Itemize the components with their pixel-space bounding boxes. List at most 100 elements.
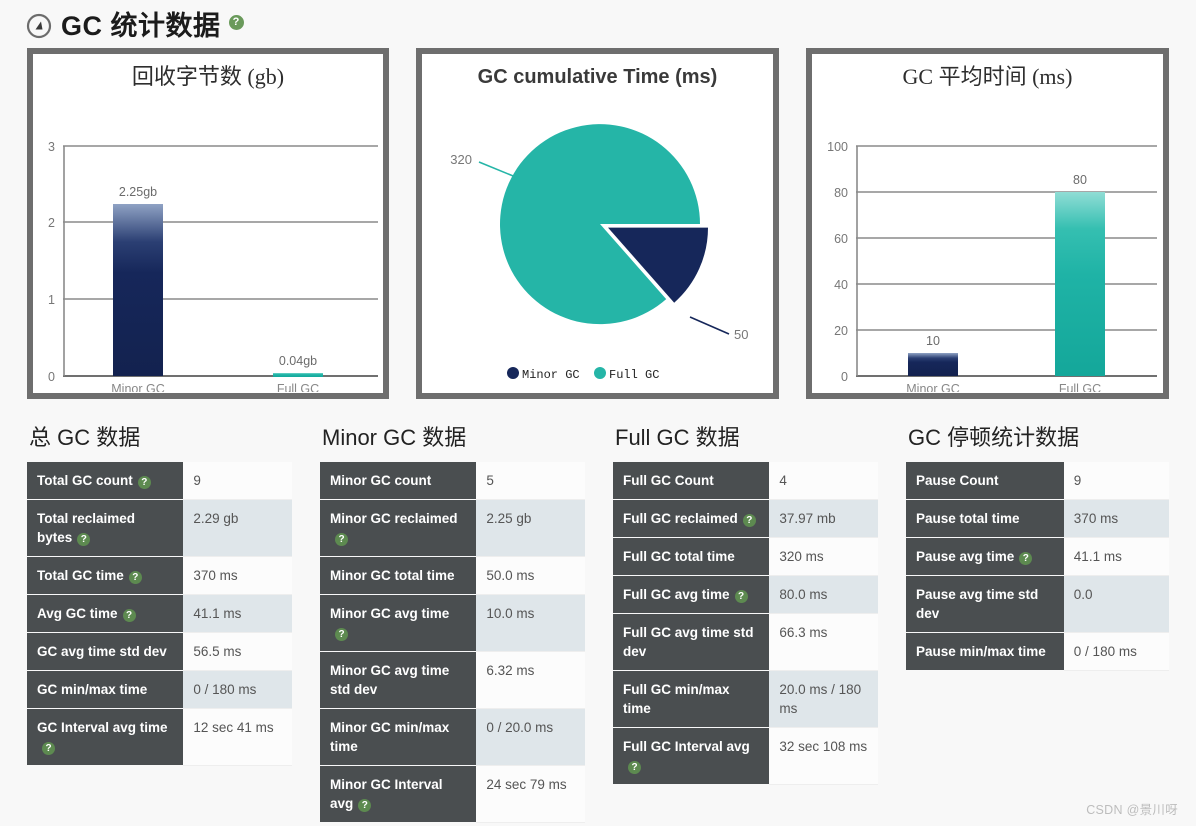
- help-icon[interactable]: ?: [128, 570, 142, 584]
- table-row: Full GC total time 320 ms: [613, 537, 878, 576]
- svg-text:0: 0: [48, 370, 55, 384]
- table-row: Avg GC time? 41.1 ms: [27, 594, 292, 633]
- svg-text:Full GC: Full GC: [609, 368, 659, 382]
- row-label: Pause avg time?: [906, 537, 1064, 576]
- svg-text:2: 2: [48, 216, 55, 230]
- row-label: Pause min/max time: [906, 632, 1064, 671]
- table-row: Full GC Count 4: [613, 462, 878, 500]
- row-label: Minor GC total time: [320, 556, 477, 595]
- svg-text:80: 80: [834, 186, 848, 200]
- svg-text:20: 20: [834, 324, 848, 338]
- row-value: 50.0 ms: [476, 556, 585, 595]
- row-value: 0 / 20.0 ms: [476, 708, 585, 766]
- svg-text:50: 50: [734, 327, 748, 342]
- row-label-text: Minor GC avg time: [330, 606, 450, 621]
- row-label-text: Full GC avg time std dev: [623, 625, 754, 659]
- table-row: Pause avg time? 41.1 ms: [906, 537, 1169, 576]
- row-value: 9: [183, 462, 292, 500]
- svg-text:Minor GC: Minor GC: [906, 382, 959, 392]
- svg-text:1: 1: [48, 293, 55, 307]
- svg-text:100: 100: [827, 140, 848, 154]
- row-value: 12 sec 41 ms: [183, 708, 292, 766]
- row-value: 0.0: [1063, 575, 1169, 633]
- tables-row: 总 GC 数据 Total GC count? 9 Total reclaimed …: [0, 399, 1196, 823]
- row-value: 0 / 180 ms: [183, 670, 292, 709]
- row-label-text: Minor GC count: [330, 473, 432, 488]
- row-label: Full GC min/max time: [613, 670, 770, 728]
- table-row: Full GC avg time std dev 66.3 ms: [613, 613, 878, 671]
- help-icon[interactable]: ?: [1019, 551, 1033, 565]
- help-icon[interactable]: ?: [358, 798, 372, 812]
- row-value: 2.29 gb: [183, 499, 292, 557]
- row-label: Full GC Count: [613, 462, 770, 500]
- help-icon[interactable]: ?: [122, 608, 136, 622]
- row-label-text: Minor GC avg time std dev: [330, 663, 450, 697]
- row-label-text: Pause min/max time: [916, 644, 1046, 659]
- help-icon[interactable]: ?: [734, 589, 748, 603]
- table-row: Full GC Interval avg? 32 sec 108 ms: [613, 727, 878, 785]
- row-value: 24 sec 79 ms: [476, 765, 585, 823]
- charts-row: 回收字节数 (gb) 3 2 1 0 2.25gb 0.04gb Minor G…: [0, 48, 1196, 399]
- svg-text:Full GC: Full GC: [277, 382, 319, 392]
- help-icon[interactable]: ?: [137, 475, 151, 489]
- table-row: Minor GC reclaimed? 2.25 gb: [320, 499, 585, 557]
- total-gc-stats: Total GC count? 9 Total reclaimed bytes? 2.…: [27, 462, 292, 766]
- table-title: GC 停顿统计数据: [908, 425, 1080, 450]
- row-label: Total GC time?: [27, 556, 184, 595]
- row-value: 56.5 ms: [183, 632, 292, 671]
- row-value: 66.3 ms: [769, 613, 878, 671]
- help-icon[interactable]: ?: [335, 532, 348, 546]
- table-title: Minor GC 数据: [322, 425, 467, 450]
- svg-text:0: 0: [841, 370, 848, 384]
- row-label: Minor GC avg time std dev: [320, 651, 477, 709]
- table-title: Full GC 数据: [615, 425, 740, 450]
- row-label: Avg GC time?: [27, 594, 184, 633]
- row-label-text: Avg GC time: [37, 606, 118, 621]
- row-label: Full GC total time: [613, 537, 770, 576]
- row-label-text: Minor GC reclaimed: [330, 511, 458, 526]
- help-icon[interactable]: ?: [335, 627, 348, 641]
- minor-gc-stats: Minor GC count 5 Minor GC reclaimed? 2.25 g…: [320, 462, 585, 823]
- row-value: 320 ms: [769, 537, 878, 576]
- help-icon[interactable]: ?: [77, 532, 91, 546]
- row-value: 5: [476, 462, 585, 500]
- help-icon[interactable]: ?: [628, 760, 641, 774]
- reclaimed-bytes-chart: 回收字节数 (gb) 3 2 1 0 2.25gb 0.04gb Minor G…: [27, 48, 389, 399]
- row-label: Pause avg time std dev: [906, 575, 1064, 633]
- svg-text:0.04gb: 0.04gb: [279, 354, 317, 368]
- row-value: 9: [1063, 462, 1169, 500]
- help-icon[interactable]: ?: [742, 513, 756, 527]
- help-icon[interactable]: ?: [228, 14, 244, 30]
- row-value: 32 sec 108 ms: [769, 727, 878, 785]
- table-row: Total GC count? 9: [27, 462, 292, 500]
- row-label: GC avg time std dev: [27, 632, 184, 671]
- row-value: 370 ms: [183, 556, 292, 595]
- row-value: 20.0 ms / 180 ms: [769, 670, 878, 728]
- svg-text:60: 60: [834, 232, 848, 246]
- svg-text:Minor GC: Minor GC: [111, 382, 164, 392]
- row-label: Minor GC reclaimed?: [320, 499, 477, 557]
- row-label-text: Pause avg time std dev: [916, 587, 1039, 621]
- row-label: Total reclaimed bytes?: [27, 499, 184, 557]
- help-icon[interactable]: ?: [42, 741, 55, 755]
- gc-avg-time-plot: 100 80 60 40 20 0 10 80 Minor GC Full GC: [812, 100, 1163, 393]
- svg-text:40: 40: [834, 278, 848, 292]
- table-row: Total GC time? 370 ms: [27, 556, 292, 595]
- row-label: Minor GC count: [320, 462, 477, 500]
- watermark: CSDN @景川呀: [1086, 803, 1178, 817]
- row-label-text: Pause total time: [916, 511, 1020, 526]
- total-gc-table: 总 GC 数据 Total GC count? 9 Total reclaimed …: [27, 425, 292, 823]
- row-value: 6.32 ms: [476, 651, 585, 709]
- row-label-text: Full GC min/max time: [623, 682, 730, 716]
- row-value: 37.97 mb: [769, 499, 878, 538]
- table-row: Minor GC count 5: [320, 462, 585, 500]
- chart-title: 回收字节数 (gb): [131, 64, 285, 89]
- page-title: GC 统计数据: [61, 11, 221, 41]
- svg-text:320: 320: [450, 152, 472, 167]
- row-label: Pause Count: [906, 462, 1064, 500]
- row-label-text: Full GC reclaimed: [623, 511, 738, 526]
- row-label-text: Pause avg time: [916, 549, 1015, 564]
- table-row: Minor GC Interval avg? 24 sec 79 ms: [320, 765, 585, 823]
- row-value: 370 ms: [1063, 499, 1169, 538]
- row-value: 41.1 ms: [183, 594, 292, 633]
